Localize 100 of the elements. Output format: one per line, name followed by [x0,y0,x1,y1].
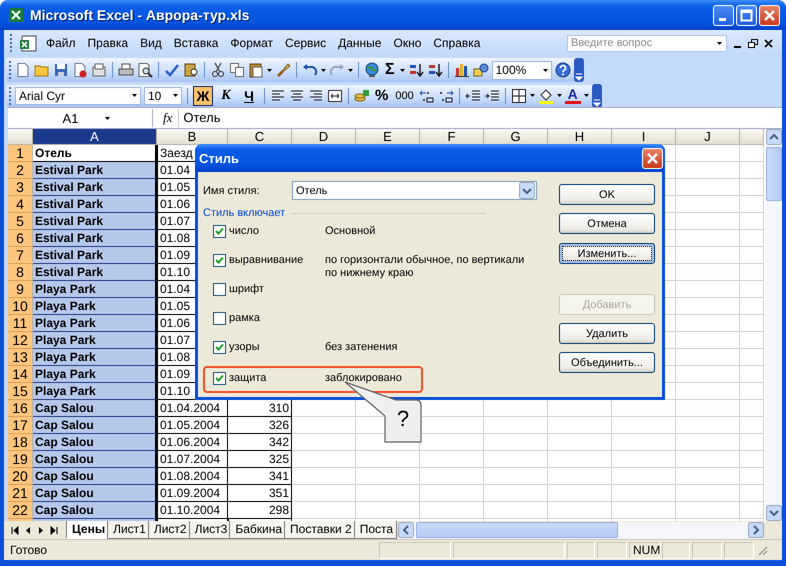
row-header[interactable]: 19 [8,451,33,468]
shapes-icon[interactable] [472,62,489,78]
coins-icon[interactable] [354,88,370,104]
dropdown-arrow-icon[interactable] [267,68,272,72]
dialog-button[interactable]: Удалить [559,323,655,344]
row-header[interactable]: 5 [8,213,33,230]
help-icon[interactable] [554,62,571,78]
dropdown-arrow-icon[interactable] [105,116,110,120]
scroll-thumb[interactable] [766,147,782,201]
row-header[interactable]: 17 [8,417,33,434]
increase-indent-icon[interactable] [484,88,500,104]
row-header[interactable]: 4 [8,196,33,213]
checkbox-label[interactable]: защита [229,372,325,384]
close-button[interactable] [759,4,780,26]
column-header[interactable]: B [157,129,228,145]
row-header[interactable]: 2 [8,162,33,179]
dropdown-arrow-icon[interactable] [556,94,562,97]
sheet-tab[interactable]: Бабкина [229,521,286,539]
font-size-combo[interactable]: 10 [144,86,182,104]
toolbar-options-icon[interactable] [574,58,584,82]
sheet-tab[interactable]: Цены [66,521,110,539]
zoom-combo[interactable]: 100% [492,60,552,80]
checkbox-label[interactable]: узоры [229,341,325,353]
document-icon[interactable] [15,62,31,78]
autosum-button[interactable]: Σ [383,61,397,79]
font-color-button[interactable]: A [564,87,581,104]
checkbox[interactable] [213,341,226,354]
row-header[interactable]: 13 [8,349,33,366]
column-header[interactable]: G [484,129,548,145]
increase-decimal-icon[interactable] [418,88,435,104]
checkbox[interactable] [213,254,226,267]
align-left-icon[interactable] [270,88,286,104]
checkbox[interactable] [213,225,226,238]
document-stack-icon[interactable] [91,62,107,78]
merge-cells-icon[interactable] [327,88,343,104]
globe-icon[interactable] [364,62,380,78]
menu-item[interactable]: Данные [332,36,388,50]
menu-item[interactable]: Справка [427,36,486,50]
spreadsheet-icon[interactable] [19,34,37,52]
dropdown-arrow-icon[interactable] [132,94,137,97]
row-header[interactable]: 22 [8,502,33,519]
row-header[interactable]: 18 [8,434,33,451]
underline-button[interactable]: Ч [239,86,259,106]
grip-icon[interactable] [9,33,13,53]
sheet-tab[interactable]: Лист1 [107,521,150,539]
bar-chart-icon[interactable] [454,62,470,78]
restore-icon[interactable] [748,38,758,48]
dropdown-arrow-icon[interactable] [530,94,535,97]
printer-icon[interactable] [118,62,134,78]
dialog-button[interactable]: Изменить... [559,243,655,264]
dropdown-arrow-icon[interactable] [584,94,589,97]
first-sheet-icon[interactable] [10,524,20,536]
formula-field[interactable]: Отель [178,109,782,127]
dialog-button[interactable]: Отмена [559,213,655,234]
decrease-decimal-icon[interactable] [438,88,454,104]
question-field[interactable]: Введите вопрос [567,34,727,52]
grip-icon[interactable] [8,60,12,80]
checkbox-label[interactable]: рамка [229,312,325,324]
row-header[interactable]: 15 [8,383,33,400]
column-header[interactable]: C [228,129,292,145]
close-icon[interactable] [764,38,773,48]
column-header[interactable]: A [33,129,157,145]
font-combo[interactable]: Arial Cyr [15,86,141,104]
undo-icon[interactable] [302,62,318,78]
menu-item[interactable]: Окно [387,36,428,50]
style-name-combo[interactable]: Отель [292,181,537,200]
copy-icon[interactable] [229,62,245,78]
dropdown-arrow-icon[interactable] [321,68,326,72]
percent-button[interactable]: % [373,87,390,104]
horizontal-scrollbar[interactable] [398,522,764,538]
column-header[interactable]: H [548,129,612,145]
minimize-button[interactable] [713,4,734,26]
column-header[interactable]: D [292,129,356,145]
italic-button[interactable]: К [216,86,236,106]
checkmark-icon[interactable] [164,62,180,78]
row-header[interactable]: 16 [8,400,33,417]
row-header[interactable]: 10 [8,298,33,315]
book-icon[interactable] [183,62,199,78]
thousands-button[interactable]: 000 [393,90,416,102]
sort-descending-icon[interactable] [426,62,443,78]
sort-ascending-icon[interactable] [408,62,424,78]
column-header[interactable]: F [420,129,484,145]
row-header[interactable]: 14 [8,366,33,383]
sheet-tab[interactable]: Лист3 [188,521,232,539]
dropdown-arrow-icon[interactable] [348,68,353,72]
row-header[interactable]: 3 [8,179,33,196]
bold-button[interactable]: Ж [193,86,213,106]
sheet-tab[interactable]: Лист2 [148,521,191,539]
last-sheet-icon[interactable] [49,524,59,536]
dropdown-arrow-icon[interactable] [542,68,548,72]
checkbox[interactable] [213,283,226,296]
maximize-button[interactable] [736,4,757,26]
column-header[interactable]: J [676,129,740,145]
maximize-icon[interactable] [740,8,753,22]
clipboard-icon[interactable] [248,62,264,78]
sheet-tab[interactable]: Поставки 2 [284,521,356,539]
dropdown-arrow-icon[interactable] [400,68,405,72]
row-header[interactable]: 20 [8,468,33,485]
decrease-indent-icon[interactable] [464,88,481,104]
checkbox[interactable] [213,312,226,325]
